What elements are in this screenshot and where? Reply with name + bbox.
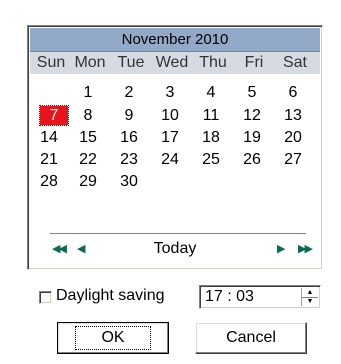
day-cell[interactable]: 28 xyxy=(30,172,68,191)
day-cell[interactable]: 30 xyxy=(110,172,148,191)
day-cell[interactable]: 5 xyxy=(233,83,271,102)
weekday-label: Wed xyxy=(155,54,189,71)
weekday-header-row: Sun Mon Tue Wed Thu Fri Sat xyxy=(30,52,320,74)
day-cell[interactable]: 1 xyxy=(69,83,107,102)
weekday-label: Mon xyxy=(74,54,106,71)
time-value[interactable]: 17 : 03 xyxy=(205,288,254,306)
day-cell[interactable]: 6 xyxy=(274,83,312,102)
calendar-panel: November 2010 Sun Mon Tue Wed Thu Fri Sa… xyxy=(27,25,323,270)
day-cell[interactable]: 23 xyxy=(110,150,148,169)
nav-separator xyxy=(50,233,306,234)
spin-down-icon[interactable]: ▼ xyxy=(302,297,318,306)
next-month-icon[interactable]: ▶ xyxy=(277,242,286,255)
day-cell[interactable]: 20 xyxy=(274,128,312,147)
cancel-button-label: Cancel xyxy=(226,329,276,346)
day-cell[interactable]: 13 xyxy=(274,106,312,125)
next-year-icon[interactable]: ▶▶ xyxy=(298,242,313,255)
day-cell[interactable]: 15 xyxy=(69,128,107,147)
daylight-saving-checkbox[interactable] xyxy=(39,291,52,304)
time-spinner[interactable]: ▲ ▼ xyxy=(301,288,318,306)
day-cell[interactable]: 17 xyxy=(151,128,189,147)
month-header[interactable]: November 2010 xyxy=(30,28,320,52)
day-cell[interactable]: 18 xyxy=(192,128,230,147)
weekday-label: Tue xyxy=(117,54,145,71)
day-cell[interactable]: 2 xyxy=(110,83,148,102)
day-cell[interactable]: 27 xyxy=(274,150,312,169)
day-cell[interactable]: 21 xyxy=(30,150,68,169)
weekday-label: Fri xyxy=(244,54,264,71)
ok-button[interactable]: OK xyxy=(57,322,169,354)
day-cell[interactable]: 14 xyxy=(30,128,68,147)
weekday-label: Thu xyxy=(199,54,227,71)
day-cell[interactable]: 26 xyxy=(233,150,271,169)
day-cell[interactable]: 8 xyxy=(69,106,107,125)
day-cell-selected[interactable]: 7 xyxy=(39,105,69,126)
day-cell[interactable]: 25 xyxy=(192,150,230,169)
month-label: November 2010 xyxy=(121,31,229,48)
day-cell[interactable]: 16 xyxy=(110,128,148,147)
day-cell[interactable]: 12 xyxy=(233,106,271,125)
day-cell[interactable]: 3 xyxy=(151,83,189,102)
time-field[interactable]: 17 : 03 ▲ ▼ xyxy=(199,285,321,309)
cancel-button[interactable]: Cancel xyxy=(195,322,307,354)
day-cell[interactable]: 4 xyxy=(192,83,230,102)
day-cell[interactable]: 29 xyxy=(69,172,107,191)
ok-button-label: OK xyxy=(75,326,151,350)
calendar-nav: ◀◀ ◀ Today ▶ ▶▶ xyxy=(30,240,320,260)
day-cell[interactable]: 10 xyxy=(151,106,189,125)
weekday-label: Sat xyxy=(282,54,307,71)
weekday-label: Sun xyxy=(36,54,66,71)
daylight-saving-label[interactable]: Daylight saving xyxy=(56,287,165,305)
day-cell[interactable]: 24 xyxy=(151,150,189,169)
day-cell[interactable]: 19 xyxy=(233,128,271,147)
day-cell[interactable]: 11 xyxy=(192,106,230,125)
day-cell[interactable]: 22 xyxy=(69,150,107,169)
day-cell[interactable]: 9 xyxy=(110,106,148,125)
